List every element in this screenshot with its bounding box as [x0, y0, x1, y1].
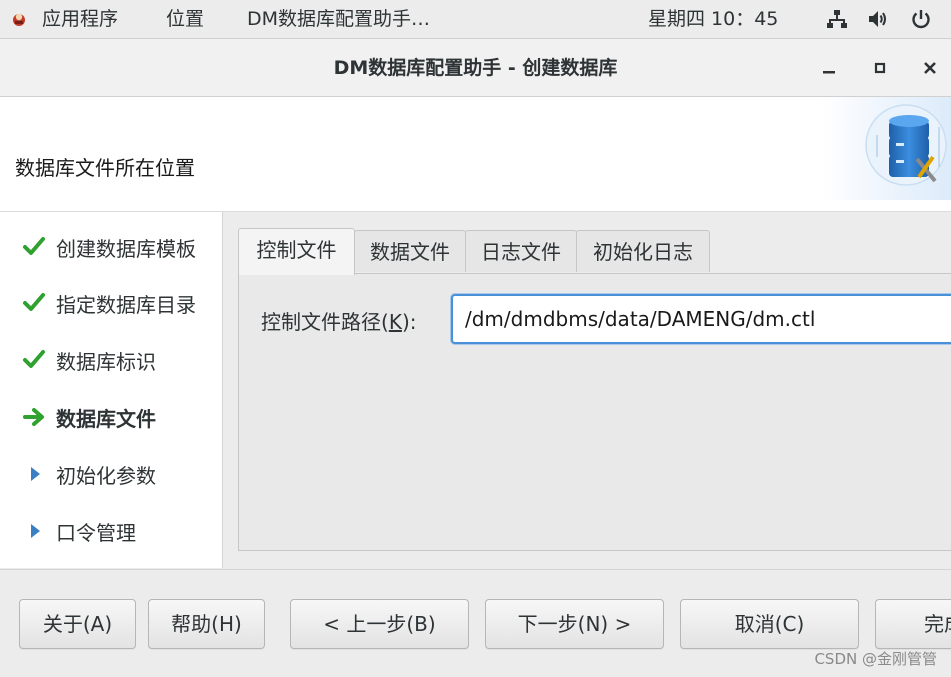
next-button[interactable]: 下一步(N) > — [485, 599, 664, 649]
step-sidebar: 创建数据库模板 指定数据库目录 数据库标识 数据库文件 初始化参数 口令管理 — [0, 212, 223, 568]
watermark-text: CSDN @金刚管管 — [814, 650, 937, 668]
control-file-panel: 控制文件路径(K): — [238, 273, 951, 551]
step-item-label: 指定数据库目录 — [56, 293, 196, 317]
close-icon[interactable] — [918, 56, 942, 80]
tab-control-file[interactable]: 控制文件 — [238, 228, 355, 275]
about-button[interactable]: 关于(A) — [19, 599, 136, 649]
step-item-label: 口令管理 — [56, 521, 136, 545]
step-item-db-identity[interactable]: 数据库标识 — [0, 344, 222, 376]
window-title: DM数据库配置助手 - 创建数据库 — [333, 57, 618, 79]
back-button[interactable]: < 上一步(B) — [290, 599, 469, 649]
checkmark-icon — [23, 350, 45, 368]
arrow-right-icon — [23, 408, 44, 426]
step-item-label: 创建数据库模板 — [56, 237, 196, 261]
step-item-label: 数据库标识 — [56, 350, 156, 374]
control-file-path-label: 控制文件路径(K): — [261, 310, 417, 334]
finish-button[interactable]: 完成(F) — [875, 599, 951, 649]
places-menu[interactable]: 位置 — [166, 5, 204, 33]
help-button[interactable]: 帮助(H) — [148, 599, 265, 649]
step-item-db-directory[interactable]: 指定数据库目录 — [0, 287, 222, 319]
top-panel: 应用程序 位置 DM数据库配置助手… 星期四 10：45 — [0, 0, 951, 39]
database-logo-icon — [821, 97, 951, 200]
step-item-init-params[interactable]: 初始化参数 — [0, 458, 222, 490]
triangle-right-icon — [31, 524, 40, 538]
window-titlebar: DM数据库配置助手 - 创建数据库 — [0, 39, 951, 97]
tab-log-file[interactable]: 日志文件 — [465, 230, 577, 272]
applications-menu[interactable]: 应用程序 — [42, 5, 118, 33]
clock[interactable]: 星期四 10：45 — [648, 5, 778, 33]
triangle-right-icon — [31, 467, 40, 481]
step-item-db-files[interactable]: 数据库文件 — [0, 401, 222, 433]
control-file-path-input[interactable] — [451, 294, 951, 344]
step-item-create-template[interactable]: 创建数据库模板 — [0, 231, 222, 263]
minimize-icon[interactable] — [817, 56, 841, 80]
page-header: 数据库文件所在位置 — [0, 97, 951, 212]
cancel-button[interactable]: 取消(C) — [680, 599, 859, 649]
step-item-label: 初始化参数 — [56, 464, 156, 488]
apps-menu-icon[interactable] — [11, 11, 27, 27]
step-item-label: 数据库文件 — [56, 407, 156, 431]
tab-init-log[interactable]: 初始化日志 — [576, 230, 710, 272]
network-icon[interactable] — [826, 8, 848, 30]
volume-icon[interactable] — [867, 8, 889, 30]
tab-data-file[interactable]: 数据文件 — [354, 230, 466, 272]
checkmark-icon — [23, 293, 45, 311]
active-window-menu[interactable]: DM数据库配置助手… — [247, 5, 430, 33]
power-icon[interactable] — [910, 8, 932, 30]
mnemonic-k: K — [388, 310, 402, 334]
page-heading: 数据库文件所在位置 — [15, 156, 195, 180]
button-bar: 关于(A) 帮助(H) < 上一步(B) 下一步(N) > 取消(C) 完成(F… — [0, 569, 951, 677]
maximize-icon[interactable] — [868, 56, 892, 80]
step-item-password[interactable]: 口令管理 — [0, 515, 222, 547]
checkmark-icon — [23, 237, 45, 255]
